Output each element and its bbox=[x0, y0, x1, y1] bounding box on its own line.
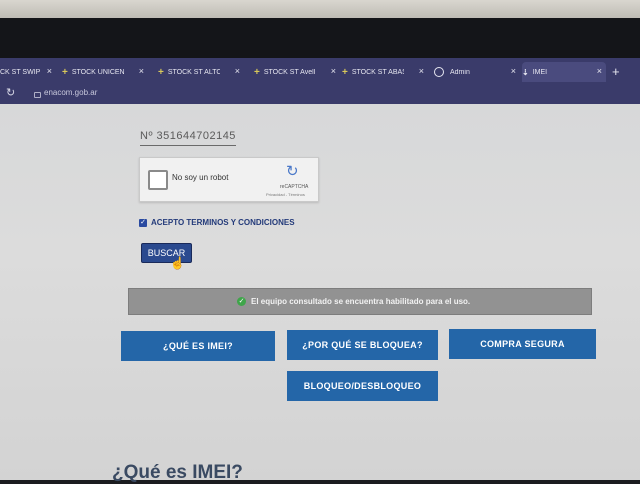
what-is-imei-button[interactable]: ¿QUÉ ES IMEI? bbox=[121, 331, 275, 361]
alert-text: El equipo consultado se encuentra habili… bbox=[251, 297, 471, 306]
close-icon[interactable]: × bbox=[597, 66, 602, 76]
check-circle-icon: ✓ bbox=[237, 297, 246, 306]
tab-title: IMEI bbox=[532, 68, 548, 76]
close-icon[interactable]: × bbox=[139, 66, 144, 76]
tab-title: STOCK UNICEN bbox=[71, 68, 124, 76]
tab-title: CK ST SWIP bbox=[0, 68, 41, 76]
close-icon[interactable]: × bbox=[235, 66, 240, 76]
safe-purchase-button[interactable]: COMPRA SEGURA bbox=[449, 329, 596, 359]
imei-input[interactable]: Nº 351644702145 bbox=[140, 130, 236, 142]
recaptcha-label: No soy un robot bbox=[172, 173, 229, 182]
recaptcha-widget[interactable]: No soy un robot ↻ reCAPTCHA Privacidad -… bbox=[139, 157, 319, 202]
globe-icon bbox=[434, 67, 444, 77]
tab-title: STOCK ST ALTO bbox=[167, 68, 220, 76]
url-field[interactable]: enacom.gob.ar bbox=[44, 88, 97, 97]
plus-icon: + bbox=[254, 66, 260, 78]
tab-admin[interactable]: Admin × bbox=[434, 62, 520, 82]
download-icon: ⇣ bbox=[522, 67, 529, 77]
tab-title: STOCK ST ABAS bbox=[351, 68, 404, 76]
plus-icon: + bbox=[158, 66, 164, 78]
terms-row[interactable]: ✓ ACEPTO TERMINOS Y CONDICIONES bbox=[139, 218, 295, 227]
close-icon[interactable]: × bbox=[331, 66, 336, 76]
tab-title: Admin bbox=[450, 68, 470, 76]
close-icon[interactable]: × bbox=[511, 66, 516, 76]
tab-stock-st-alto[interactable]: + STOCK ST ALTO × bbox=[158, 62, 244, 82]
why-blocked-button[interactable]: ¿POR QUÉ SE BLOQUEA? bbox=[287, 330, 438, 360]
hand-pointer-icon: ☝ bbox=[170, 256, 185, 270]
close-icon[interactable]: × bbox=[419, 66, 424, 76]
reload-icon[interactable]: ↻ bbox=[6, 86, 15, 99]
recaptcha-brand: reCAPTCHA bbox=[280, 184, 309, 190]
lock-icon bbox=[34, 92, 41, 98]
new-tab-button[interactable]: + bbox=[612, 64, 620, 79]
tab-title: STOCK ST Avell bbox=[263, 68, 316, 76]
recaptcha-terms-link[interactable]: Privacidad - Términos bbox=[266, 192, 305, 197]
imei-input-underline bbox=[140, 145, 236, 146]
terms-checkbox[interactable]: ✓ bbox=[139, 218, 147, 227]
tab-stock-st-swip[interactable]: CK ST SWIP × bbox=[0, 62, 56, 82]
close-icon[interactable]: × bbox=[47, 66, 52, 76]
status-alert: ✓ El equipo consultado se encuentra habi… bbox=[128, 288, 592, 315]
section-title: ¿Qué es IMEI? bbox=[112, 462, 243, 483]
address-bar: ↻ enacom.gob.ar bbox=[0, 84, 640, 104]
monitor-frame bbox=[0, 18, 640, 62]
browser-tab-bar: CK ST SWIP × + STOCK UNICEN × + STOCK ST… bbox=[0, 58, 640, 84]
tab-stock-st-avell[interactable]: + STOCK ST Avell × bbox=[254, 62, 340, 82]
lock-unlock-button[interactable]: BLOQUEO/DESBLOQUEO bbox=[287, 371, 438, 401]
tab-stock-unicen[interactable]: + STOCK UNICEN × bbox=[62, 62, 148, 82]
plus-icon: + bbox=[342, 66, 348, 78]
recaptcha-icon: ↻ bbox=[286, 163, 299, 180]
tab-stock-st-abas[interactable]: + STOCK ST ABAS × bbox=[342, 62, 428, 82]
plus-icon: + bbox=[62, 66, 68, 78]
recaptcha-checkbox[interactable] bbox=[148, 170, 168, 190]
terms-label: ACEPTO TERMINOS Y CONDICIONES bbox=[151, 218, 295, 227]
tab-imei[interactable]: ⇣ IMEI × bbox=[522, 62, 606, 82]
